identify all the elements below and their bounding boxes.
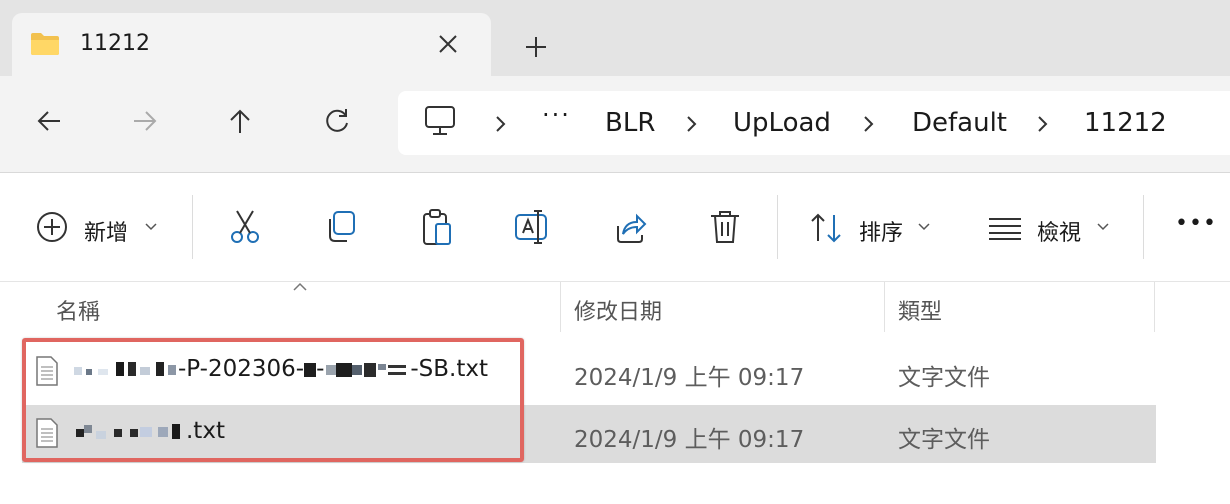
column-header: 名稱 修改日期 類型 (0, 282, 1230, 332)
plus-icon[interactable] (522, 33, 550, 61)
new-button[interactable]: 新增 (84, 215, 128, 247)
column-divider[interactable] (1154, 282, 1155, 332)
breadcrumb-11212[interactable]: 11212 (1084, 108, 1167, 138)
paste-icon[interactable] (421, 208, 453, 246)
chevron-down-icon[interactable] (145, 223, 157, 231)
view-button[interactable]: 檢視 (1037, 215, 1081, 247)
chevron-right-icon[interactable] (1034, 115, 1050, 133)
delete-icon[interactable] (709, 209, 741, 245)
divider (192, 195, 193, 259)
column-divider[interactable] (884, 282, 885, 332)
plus-circle-icon[interactable] (36, 211, 68, 243)
folder-icon (31, 33, 59, 55)
arrow-left-icon[interactable] (34, 106, 64, 136)
chevron-right-icon[interactable] (683, 115, 699, 133)
command-bar: 新增 排序 檢視 ••• (0, 172, 1230, 282)
file-type: 文字文件 (898, 365, 990, 391)
file-modified: 2024/1/9 上午 09:17 (574, 365, 805, 391)
breadcrumb-default[interactable]: Default (912, 108, 1007, 138)
arrow-up-icon[interactable] (225, 106, 255, 136)
chevron-right-icon[interactable] (492, 115, 508, 133)
sort-ascending-icon (293, 282, 307, 291)
tab-strip: 11212 (0, 0, 1230, 76)
column-modified[interactable]: 修改日期 (574, 294, 662, 326)
annotation-highlight-box (22, 338, 524, 462)
more-options-button[interactable]: ••• (1175, 211, 1217, 236)
chevron-right-icon[interactable] (860, 115, 876, 133)
file-type: 文字文件 (898, 427, 990, 453)
refresh-icon[interactable] (322, 106, 352, 136)
divider (777, 195, 778, 259)
chevron-down-icon[interactable] (1097, 223, 1109, 231)
column-divider[interactable] (560, 282, 561, 332)
view-list-icon[interactable] (988, 217, 1022, 241)
arrow-right-icon[interactable] (130, 106, 160, 136)
share-icon[interactable] (613, 210, 647, 244)
copy-icon[interactable] (325, 210, 357, 244)
tab-title: 11212 (80, 31, 150, 56)
chevron-down-icon[interactable] (918, 223, 930, 231)
navigation-bar: ··· BLR UpLoad Default 11212 (0, 76, 1230, 172)
divider (1143, 195, 1144, 259)
breadcrumb-overflow[interactable]: ··· (542, 101, 571, 129)
rename-icon[interactable] (514, 209, 552, 245)
column-type[interactable]: 類型 (898, 294, 942, 326)
close-icon[interactable] (436, 32, 460, 56)
sort-button[interactable]: 排序 (859, 215, 903, 247)
computer-icon[interactable] (424, 105, 458, 137)
breadcrumb-blr[interactable]: BLR (605, 108, 655, 138)
cut-icon[interactable] (229, 209, 261, 245)
breadcrumb-upload[interactable]: UpLoad (733, 108, 831, 138)
column-name[interactable]: 名稱 (56, 294, 100, 326)
file-modified: 2024/1/9 上午 09:17 (574, 427, 805, 453)
address-bar[interactable]: ··· BLR UpLoad Default 11212 (398, 91, 1230, 155)
sort-icon[interactable] (810, 213, 844, 243)
tab-11212[interactable]: 11212 (12, 13, 491, 76)
